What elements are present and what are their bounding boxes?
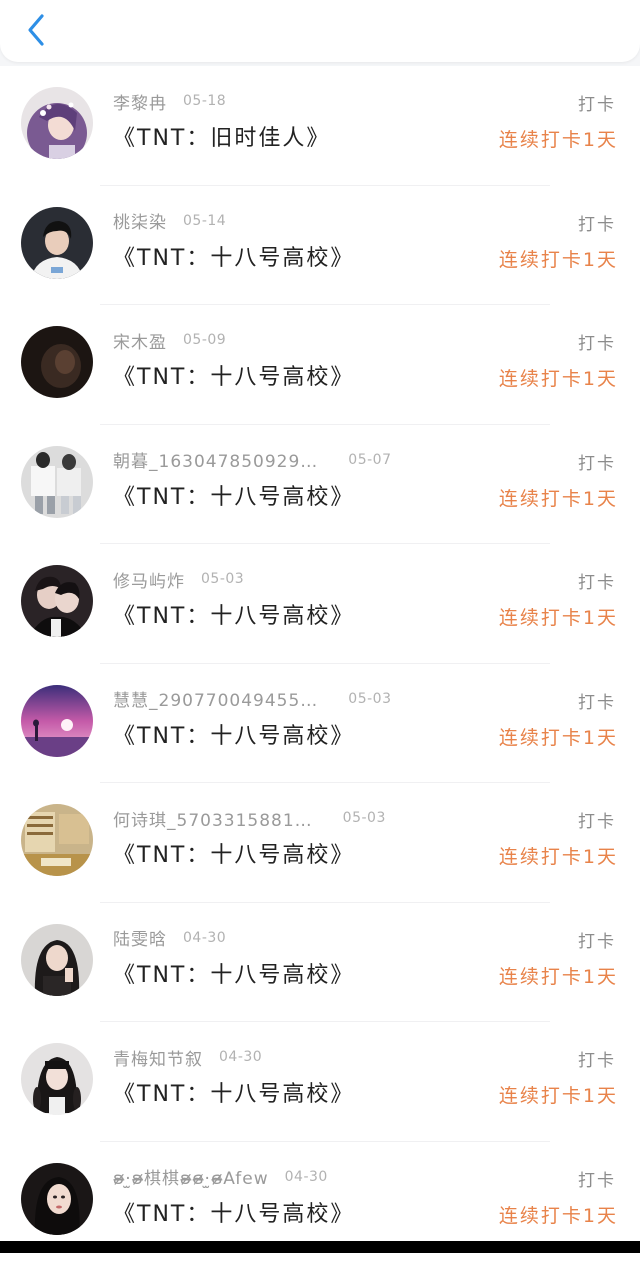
checkin-label: 打卡 (578, 329, 616, 354)
book-title[interactable]: 《TNT：十八号高校》 (113, 837, 354, 869)
streak-label: 连续打卡1天 (499, 364, 618, 391)
streak-label: 连续打卡1天 (499, 723, 618, 750)
checkin-label: 打卡 (578, 1046, 616, 1071)
streak-label: 连续打卡1天 (499, 245, 618, 272)
checkin-date: 05-18 (183, 93, 226, 109)
girl-braids-avatar (21, 1043, 93, 1115)
checkin-date: 05-03 (343, 810, 386, 826)
girl-purple-hair-avatar (21, 87, 93, 159)
list-item[interactable]: 宋木盈 05-09 《TNT：十八号高校》 打卡 连续打卡1天 (0, 305, 640, 425)
checkin-label: 打卡 (578, 807, 616, 832)
streak-label: 连续打卡1天 (499, 484, 618, 511)
girl-dark-hair-avatar (21, 924, 93, 996)
checkin-date: 05-07 (348, 452, 391, 468)
book-title[interactable]: 《TNT：十八号高校》 (113, 718, 354, 750)
streak-label: 连续打卡1天 (499, 603, 618, 630)
list-item[interactable]: 朝暮_163047850929… 05-07 《TNT：十八号高校》 打卡 连续… (0, 425, 640, 545)
book-title[interactable]: 《TNT：旧时佳人》 (113, 120, 330, 152)
checkin-label: 打卡 (578, 927, 616, 952)
user-name[interactable]: 何诗琪_5703315881… (113, 806, 313, 831)
checkin-date: 05-03 (348, 691, 391, 707)
girl-portrait-avatar (21, 1163, 93, 1235)
avatar[interactable] (21, 446, 93, 518)
avatar[interactable] (21, 804, 93, 876)
bottom-edge (0, 1241, 640, 1253)
dark-photo-avatar (21, 326, 93, 398)
avatar[interactable] (21, 1043, 93, 1115)
checkin-date: 04-30 (183, 930, 226, 946)
checkin-date: 04-30 (219, 1049, 262, 1065)
list-item[interactable]: 陆雯晗 04-30 《TNT：十八号高校》 打卡 连续打卡1天 (0, 903, 640, 1023)
book-title[interactable]: 《TNT：十八号高校》 (113, 240, 354, 272)
chevron-left-icon (25, 13, 47, 47)
avatar[interactable] (21, 565, 93, 637)
checkin-date: 05-14 (183, 213, 226, 229)
back-button[interactable] (14, 8, 58, 52)
library-avatar (21, 804, 93, 876)
user-name[interactable]: 慧慧_290770049455… (113, 686, 318, 711)
checkin-label: 打卡 (578, 90, 616, 115)
checkin-label: 打卡 (578, 568, 616, 593)
avatar[interactable] (21, 924, 93, 996)
checkin-label: 打卡 (578, 1166, 616, 1191)
user-name[interactable]: 桃柒染 (113, 208, 167, 233)
book-title[interactable]: 《TNT：十八号高校》 (113, 598, 354, 630)
list-item[interactable]: 何诗琪_5703315881… 05-03 《TNT：十八号高校》 打卡 连续打… (0, 783, 640, 903)
avatar[interactable] (21, 326, 93, 398)
book-title[interactable]: 《TNT：十八号高校》 (113, 957, 354, 989)
book-title[interactable]: 《TNT：十八号高校》 (113, 1196, 354, 1228)
streak-label: 连续打卡1天 (499, 125, 618, 152)
checkin-date: 05-03 (201, 571, 244, 587)
user-name[interactable]: 陆雯晗 (113, 925, 167, 950)
boy-white-shirt-avatar (21, 207, 93, 279)
user-name[interactable]: 宋木盈 (113, 328, 167, 353)
book-title[interactable]: 《TNT：十八号高校》 (113, 479, 354, 511)
checkin-date: 05-09 (183, 332, 226, 348)
checkin-label: 打卡 (578, 210, 616, 235)
checkin-list: 李黎冉 05-18 《TNT：旧时佳人》 打卡 连续打卡1天 桃柒染 05-14… (0, 66, 640, 1261)
top-nav-bar (0, 0, 640, 62)
avatar[interactable] (21, 207, 93, 279)
streak-label: 连续打卡1天 (499, 962, 618, 989)
list-item[interactable]: 青梅知节叙 04-30 《TNT：十八号高校》 打卡 连续打卡1天 (0, 1022, 640, 1142)
checkin-date: 04-30 (285, 1169, 328, 1185)
list-item[interactable]: 慧慧_290770049455… 05-03 《TNT：十八号高校》 打卡 连续… (0, 664, 640, 784)
user-name[interactable]: 修马屿炸 (113, 567, 185, 592)
checkin-label: 打卡 (578, 449, 616, 474)
user-name[interactable]: 青梅知节叙 (113, 1045, 203, 1070)
streak-label: 连续打卡1天 (499, 842, 618, 869)
purple-sunset-avatar (21, 685, 93, 757)
streak-label: 连续打卡1天 (499, 1081, 618, 1108)
user-name[interactable]: 朝暮_163047850929… (113, 447, 318, 472)
couple-white-avatar (21, 446, 93, 518)
book-title[interactable]: 《TNT：十八号高校》 (113, 359, 354, 391)
list-item[interactable]: 修马屿炸 05-03 《TNT：十八号高校》 打卡 连续打卡1天 (0, 544, 640, 664)
streak-label: 连续打卡1天 (499, 1201, 618, 1228)
avatar[interactable] (21, 87, 93, 159)
user-name[interactable]: ʚ̴̶̷̷·̫ʚ̴̶̷̷棋棋ʚ̴̶̷̷ɞ̴̶̷·̫ɞ̴̶̷̷Afew (113, 1164, 269, 1189)
couple-embrace-avatar (21, 565, 93, 637)
user-name[interactable]: 李黎冉 (113, 89, 167, 114)
checkin-label: 打卡 (578, 688, 616, 713)
avatar[interactable] (21, 1163, 93, 1235)
book-title[interactable]: 《TNT：十八号高校》 (113, 1076, 354, 1108)
list-item[interactable]: 李黎冉 05-18 《TNT：旧时佳人》 打卡 连续打卡1天 (0, 66, 640, 186)
avatar[interactable] (21, 685, 93, 757)
list-item[interactable]: 桃柒染 05-14 《TNT：十八号高校》 打卡 连续打卡1天 (0, 186, 640, 306)
